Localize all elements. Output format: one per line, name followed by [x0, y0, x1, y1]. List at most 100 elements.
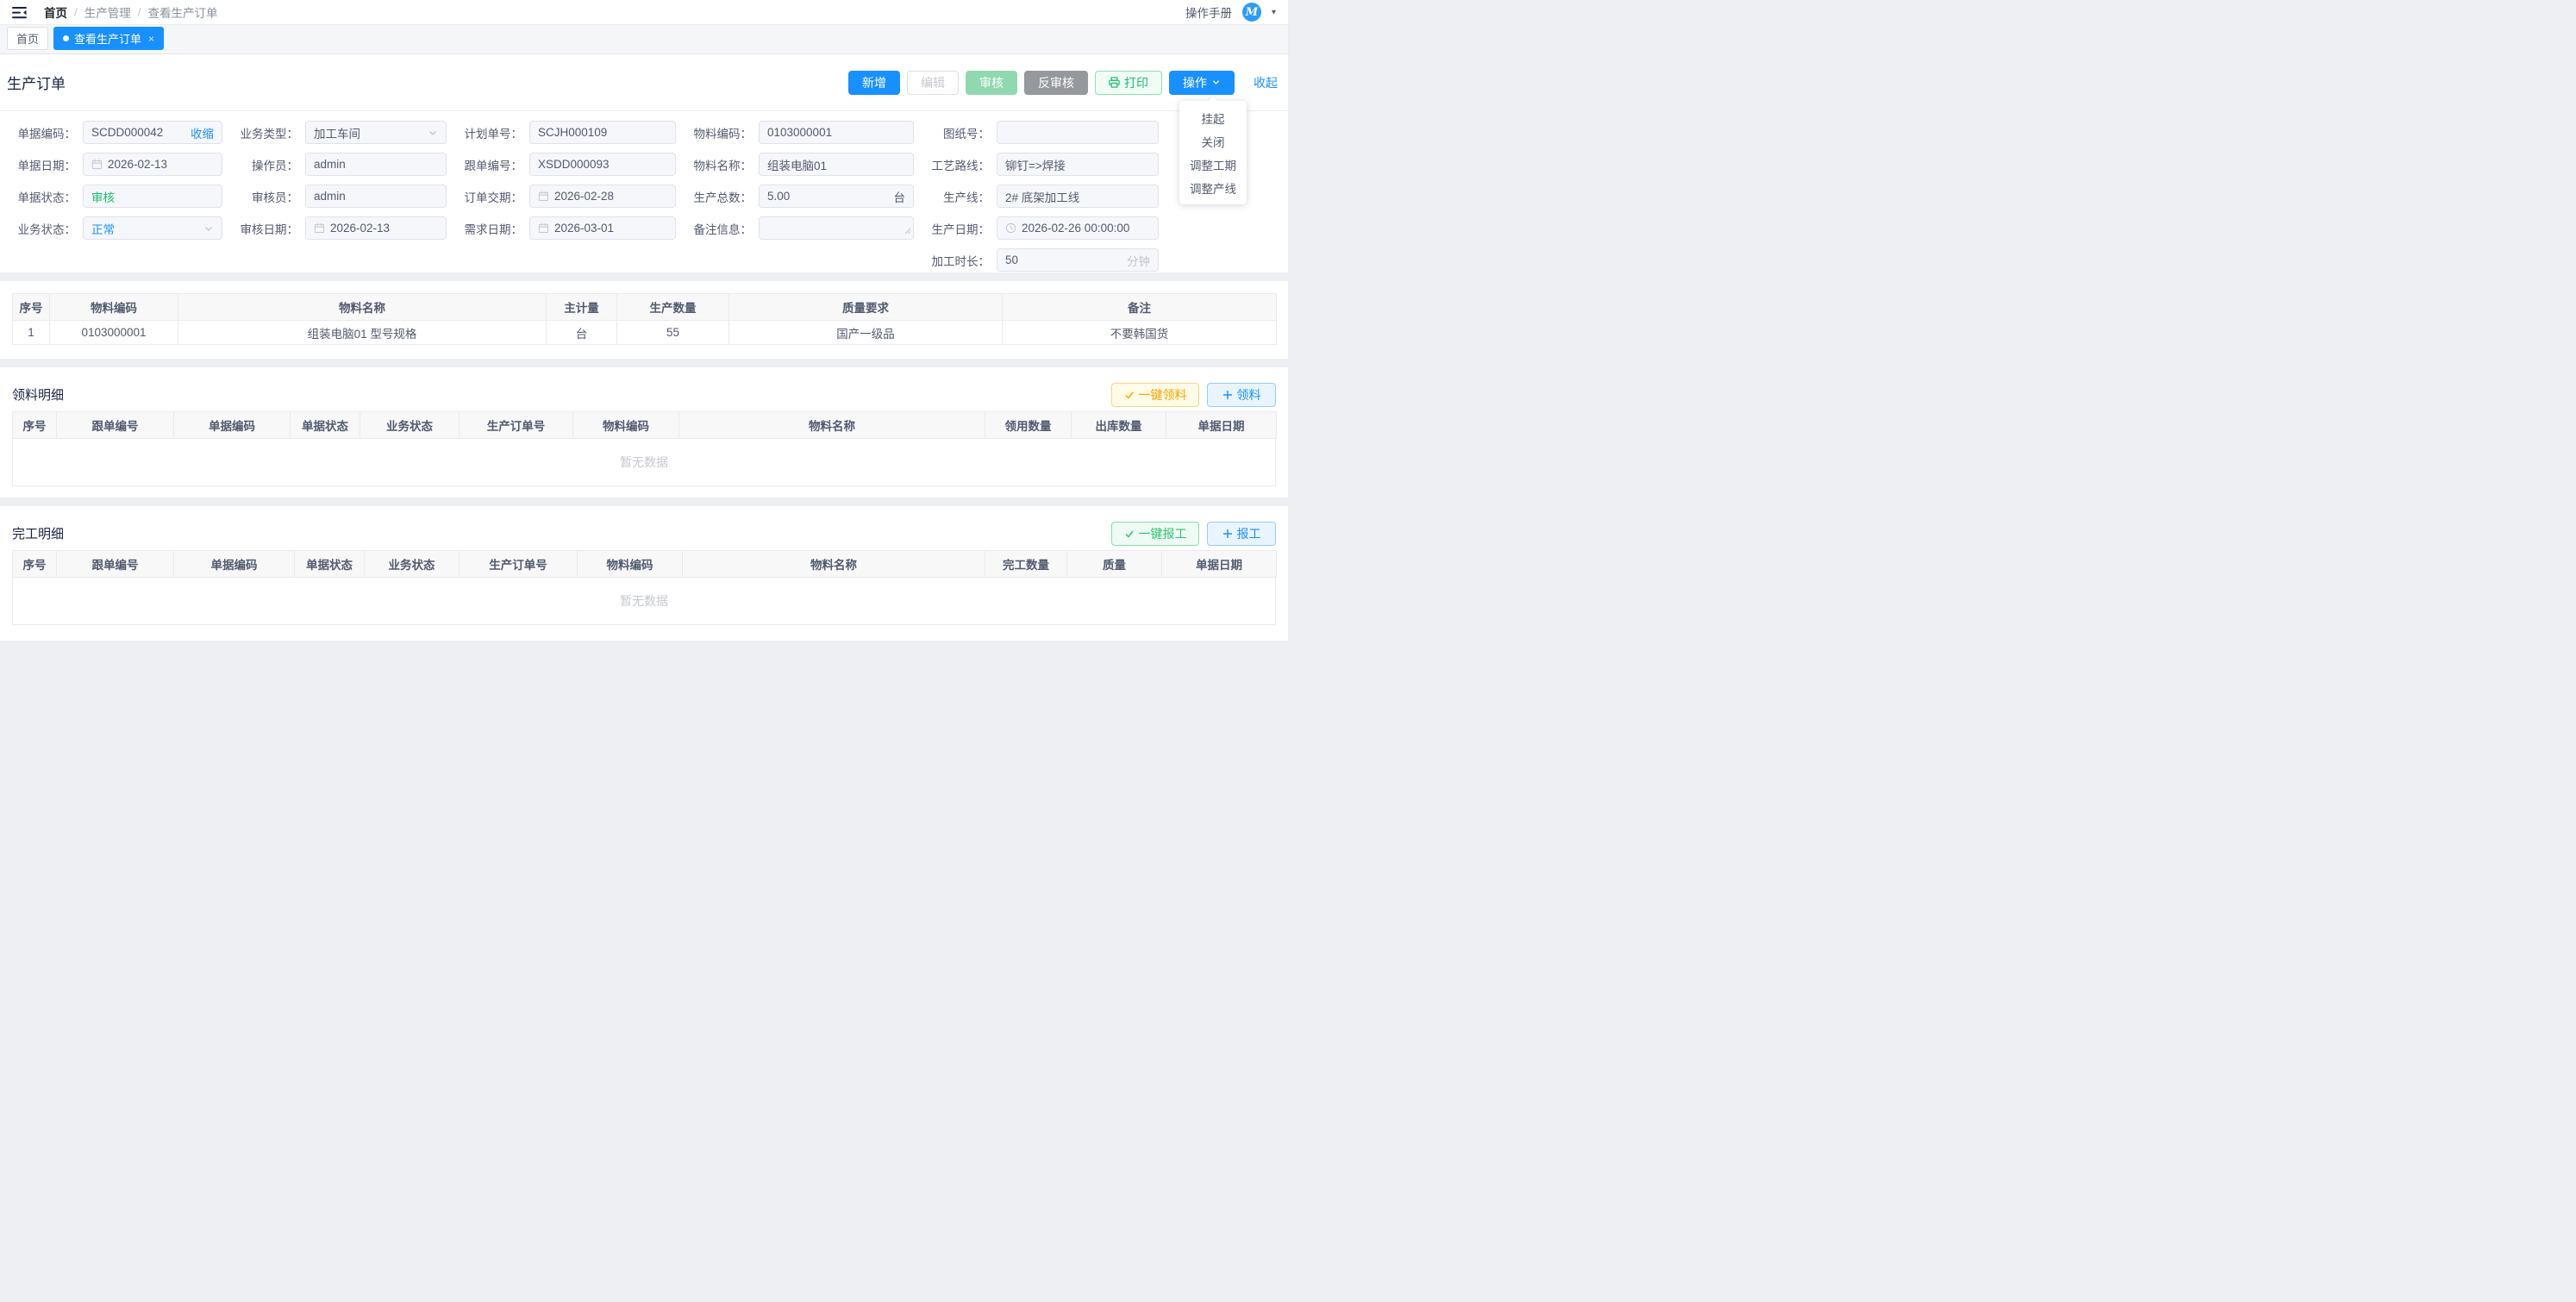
plus-icon [1222, 390, 1233, 400]
field-process-route: 工艺路线： 铆钉=>焊接 [921, 153, 1159, 176]
remark-textarea[interactable] [759, 216, 914, 240]
manual-link[interactable]: 操作手册 [1185, 3, 1232, 21]
col-header: 业务状态 [365, 551, 460, 578]
material-code-input[interactable]: 0103000001 [759, 121, 914, 144]
calendar-icon [538, 191, 549, 202]
follow-no-input[interactable]: XSDD000093 [529, 153, 676, 176]
order-card: 生产订单 新增 编辑 审核 反审核 打印 操作 收起 单据编码： [0, 54, 1288, 272]
col-header: 单据状态 [291, 412, 360, 439]
user-caret-down-icon[interactable]: ▾ [1272, 8, 1276, 17]
shrink-link[interactable]: 收缩 [191, 124, 214, 141]
plan-no-input[interactable]: SCJH000109 [529, 121, 676, 144]
field-drawing-no: 图纸号： [921, 121, 1159, 144]
menu-item-adjust-schedule[interactable]: 调整工期 [1179, 153, 1247, 176]
total-qty-input[interactable]: 5.00 台 [759, 185, 914, 208]
check-icon [1124, 529, 1135, 539]
resize-handle-icon[interactable] [904, 224, 911, 237]
add-pick-button[interactable]: 领料 [1207, 383, 1276, 407]
biz-status-select[interactable]: 正常 [83, 216, 222, 240]
prod-date-input[interactable]: 2026-02-26 00:00:00 [997, 216, 1159, 240]
field-order-due: 订单交期： 2026-02-28 [453, 185, 676, 208]
field-label: 操作员： [229, 156, 305, 173]
field-doc-code: 单据编码： SCDD000042 收缩 [7, 121, 222, 144]
col-header: 序号 [13, 551, 57, 578]
edit-button[interactable]: 编辑 [907, 71, 959, 95]
status-badge: 审核 [91, 188, 214, 205]
calendar-icon [314, 222, 325, 234]
duration-input[interactable]: 50 分钟 [997, 248, 1159, 272]
breadcrumb-section[interactable]: 生产管理 [84, 3, 131, 21]
field-material-code: 物料编码： 0103000001 [683, 121, 914, 144]
breadcrumb-separator: / [74, 6, 78, 19]
field-label: 物料编码： [683, 124, 759, 141]
field-total-qty: 生产总数： 5.00 台 [683, 185, 914, 208]
field-label: 审核员： [229, 188, 305, 205]
print-button[interactable]: 打印 [1095, 71, 1162, 95]
field-label: 物料名称： [683, 156, 759, 173]
col-header: 单据编码 [174, 412, 291, 439]
field-label: 加工时长： [921, 252, 997, 269]
user-avatar[interactable]: M [1242, 3, 1261, 22]
col-header: 单据日期 [1166, 412, 1277, 439]
prod-line-input[interactable]: 2# 底架加工线 [997, 185, 1159, 208]
field-doc-status: 单据状态： 审核 [7, 185, 222, 208]
tabs-bar: 首页 查看生产订单 × [0, 25, 1288, 54]
unit-suffix: 分钟 [1127, 252, 1150, 269]
operator-input[interactable]: admin [305, 153, 447, 176]
add-button[interactable]: 新增 [848, 71, 900, 95]
field-plan-no: 计划单号： SCJH000109 [453, 121, 676, 144]
field-label: 审核日期： [229, 220, 305, 237]
doc-date-input[interactable]: 2026-02-13 [83, 153, 222, 176]
chevron-down-icon [428, 128, 438, 138]
col-header: 物料编码 [573, 412, 679, 439]
col-header: 质量要求 [729, 294, 1003, 321]
audit-date-input[interactable]: 2026-02-13 [305, 216, 447, 240]
menu-item-suspend[interactable]: 挂起 [1179, 106, 1247, 129]
drawing-no-input[interactable] [997, 121, 1159, 144]
field-label: 业务状态： [7, 220, 83, 237]
col-header: 备注 [1003, 294, 1277, 321]
calendar-icon [538, 222, 549, 234]
menu-fold-icon[interactable] [12, 6, 27, 19]
menu-item-adjust-line[interactable]: 调整产线 [1179, 176, 1247, 199]
actions-dropdown-menu: 挂起 关闭 调整工期 调整产线 [1179, 101, 1247, 204]
process-route-input[interactable]: 铆钉=>焊接 [997, 153, 1159, 176]
finish-header-row: 序号 跟单编号 单据编码 单据状态 业务状态 生产订单号 物料编码 物料名称 完… [13, 551, 1277, 578]
quick-report-button[interactable]: 一键报工 [1111, 522, 1199, 546]
add-report-button[interactable]: 报工 [1207, 522, 1276, 546]
col-header: 跟单编号 [57, 412, 174, 439]
col-header: 物料编码 [578, 551, 683, 578]
field-label: 生产总数： [683, 188, 759, 205]
material-name-input[interactable]: 组装电脑01 [759, 153, 914, 176]
col-header: 单据日期 [1162, 551, 1277, 578]
field-label: 生产日期： [921, 220, 997, 237]
unaudit-button[interactable]: 反审核 [1024, 71, 1088, 95]
actions-dropdown-button[interactable]: 操作 [1169, 71, 1235, 95]
demand-date-input[interactable]: 2026-03-01 [529, 216, 676, 240]
picking-header-row: 序号 跟单编号 单据编码 单据状态 业务状态 生产订单号 物料编码 物料名称 领… [13, 412, 1277, 439]
tab-home[interactable]: 首页 [7, 27, 48, 50]
field-operator: 操作员： admin [229, 153, 447, 176]
menu-item-close[interactable]: 关闭 [1179, 129, 1247, 153]
field-auditor: 审核员： admin [229, 185, 447, 208]
col-header: 单据状态 [295, 551, 365, 578]
picking-empty-state: 暂无数据 [12, 439, 1276, 486]
tab-view-production-order[interactable]: 查看生产订单 × [53, 27, 164, 50]
order-due-input[interactable]: 2026-02-28 [529, 185, 676, 208]
auditor-input[interactable]: admin [305, 185, 447, 208]
tab-close-icon[interactable]: × [148, 33, 154, 45]
doc-status-input[interactable]: 审核 [83, 185, 222, 208]
collapse-panel-link[interactable]: 收起 [1254, 74, 1278, 91]
table-row[interactable]: 1 0103000001 组装电脑01 型号规格 台 55 国产一级品 不要韩国… [13, 321, 1277, 345]
field-label: 计划单号： [453, 124, 529, 141]
quick-pick-button[interactable]: 一键领料 [1111, 383, 1199, 407]
col-header: 业务状态 [360, 412, 460, 439]
field-remark: 备注信息： [683, 216, 914, 240]
doc-code-input[interactable]: SCDD000042 收缩 [83, 121, 222, 144]
audit-button[interactable]: 审核 [966, 71, 1017, 95]
materials-section: 序号 物料编码 物料名称 主计量 生产数量 质量要求 备注 1 01030000… [0, 281, 1288, 359]
biz-type-select[interactable]: 加工车间 [305, 121, 447, 144]
breadcrumb-home[interactable]: 首页 [44, 3, 67, 21]
page-title: 生产订单 [7, 72, 66, 93]
clock-icon [1005, 222, 1016, 234]
